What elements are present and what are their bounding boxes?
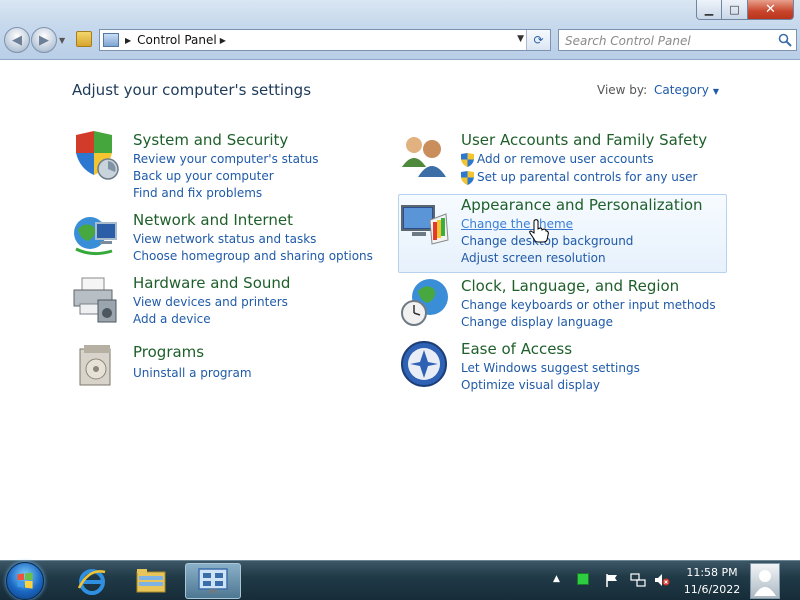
link-optimize-visual[interactable]: Optimize visual display: [461, 378, 600, 392]
address-bar[interactable]: ▶ Control Panel ▶ ▼ ⟳: [99, 29, 551, 51]
view-by-select[interactable]: Category ▼: [654, 83, 719, 97]
minimize-button[interactable]: ▁: [696, 0, 722, 20]
chevron-down-icon[interactable]: ▼: [713, 87, 719, 96]
category-clock-language[interactable]: Clock, Language, and Region Change keybo…: [400, 277, 730, 332]
refresh-button[interactable]: ⟳: [526, 30, 550, 50]
recent-pages-dropdown[interactable]: ▼: [59, 36, 65, 45]
address-dropdown-icon[interactable]: ▼: [517, 34, 524, 44]
forward-arrow-icon: ▶: [39, 32, 49, 48]
link-add-remove-accounts-row[interactable]: Add or remove user accounts: [461, 152, 654, 167]
category-programs[interactable]: Programs Uninstall a program: [72, 341, 372, 391]
category-hardware-sound[interactable]: Hardware and Sound View devices and prin…: [72, 274, 372, 329]
link-add-remove-accounts[interactable]: Add or remove user accounts: [477, 152, 654, 166]
search-input[interactable]: [559, 31, 769, 51]
taskbar-control-panel[interactable]: [185, 563, 241, 599]
link-change-theme[interactable]: Change the theme: [461, 217, 573, 231]
uac-shield-icon: [461, 153, 474, 167]
breadcrumb-separator-icon[interactable]: ▶: [125, 36, 131, 45]
forward-button[interactable]: ▶: [31, 27, 57, 53]
network-globe-icon[interactable]: [72, 211, 122, 261]
taskbar: ▲ 11:58 PM 11/6/2022: [0, 560, 800, 600]
category-appearance[interactable]: Appearance and Personalization Change th…: [400, 196, 726, 271]
ease-of-access-icon[interactable]: [400, 340, 450, 390]
link-review-status[interactable]: Review your computer's status: [133, 152, 319, 166]
window-controls: ▁ □ ✕: [696, 0, 794, 20]
search-icon[interactable]: [778, 33, 792, 47]
category-title[interactable]: Programs: [133, 343, 204, 361]
folder-icon[interactable]: [76, 31, 92, 47]
category-title[interactable]: Network and Internet: [133, 211, 293, 229]
clock-date[interactable]: 11/6/2022: [680, 583, 744, 596]
link-parental-controls[interactable]: Set up parental controls for any user: [477, 170, 697, 184]
taskbar-windows-explorer[interactable]: [123, 563, 179, 599]
control-panel-icon: [198, 568, 228, 593]
programs-icon[interactable]: [72, 341, 122, 391]
taskbar-internet-explorer[interactable]: [64, 563, 120, 599]
category-title[interactable]: Clock, Language, and Region: [461, 277, 679, 295]
start-button[interactable]: [6, 562, 44, 600]
action-center-flag-icon[interactable]: [605, 573, 619, 587]
user-avatar-icon: [754, 570, 776, 596]
link-back-up[interactable]: Back up your computer: [133, 169, 274, 183]
back-arrow-icon: ◀: [12, 32, 22, 48]
network-icon[interactable]: [630, 572, 646, 588]
clock-time[interactable]: 11:58 PM: [680, 566, 744, 579]
window-chrome: ▁ □ ✕ ◀ ▶ ▼ ▶ Control Panel ▶ ▼ ⟳: [0, 0, 800, 60]
link-network-status[interactable]: View network status and tasks: [133, 232, 316, 246]
show-desktop-button[interactable]: [750, 563, 780, 599]
close-button[interactable]: ✕: [748, 0, 794, 20]
category-title[interactable]: Appearance and Personalization: [461, 196, 703, 214]
link-parental-controls-row[interactable]: Set up parental controls for any user: [461, 170, 697, 185]
link-homegroup[interactable]: Choose homegroup and sharing options: [133, 249, 373, 263]
breadcrumb-control-panel[interactable]: Control Panel: [137, 33, 217, 47]
category-title[interactable]: Ease of Access: [461, 340, 572, 358]
page-title: Adjust your computer's settings: [72, 81, 312, 99]
maximize-button[interactable]: □: [722, 0, 748, 20]
category-user-accounts[interactable]: User Accounts and Family Safety Add or r…: [400, 131, 730, 186]
category-title[interactable]: Hardware and Sound: [133, 274, 290, 292]
show-hidden-icons-icon[interactable]: ▲: [553, 574, 560, 584]
category-network-internet[interactable]: Network and Internet View network status…: [72, 211, 373, 266]
category-title[interactable]: User Accounts and Family Safety: [461, 131, 707, 149]
volume-muted-icon[interactable]: [654, 572, 670, 588]
uac-shield-icon: [461, 171, 474, 185]
link-keyboards[interactable]: Change keyboards or other input methods: [461, 298, 716, 312]
link-add-device[interactable]: Add a device: [133, 312, 211, 326]
internet-explorer-icon: [77, 569, 106, 595]
link-devices-printers[interactable]: View devices and printers: [133, 295, 288, 309]
clock-globe-icon[interactable]: [400, 277, 450, 327]
view-by-label: View by:: [597, 83, 648, 97]
shield-icon[interactable]: [72, 131, 122, 181]
link-uninstall[interactable]: Uninstall a program: [133, 366, 252, 380]
refresh-icon: ⟳: [533, 33, 544, 47]
folder-icon: [136, 569, 166, 593]
link-screen-resolution[interactable]: Adjust screen resolution: [461, 251, 606, 265]
windows-logo-icon: [17, 572, 33, 589]
status-indicator-icon[interactable]: [577, 573, 589, 585]
category-ease-of-access[interactable]: Ease of Access Let Windows suggest setti…: [400, 340, 730, 395]
link-find-fix[interactable]: Find and fix problems: [133, 186, 262, 200]
search-box[interactable]: [558, 29, 797, 51]
category-system-security[interactable]: System and Security Review your computer…: [72, 131, 372, 201]
breadcrumb-separator-icon[interactable]: ▶: [220, 36, 226, 45]
back-button[interactable]: ◀: [4, 27, 30, 53]
control-panel-icon: [103, 33, 119, 47]
hand-cursor-icon: [529, 219, 549, 243]
content-area: Adjust your computer's settings View by:…: [0, 61, 800, 560]
users-icon[interactable]: [400, 131, 450, 181]
link-display-language[interactable]: Change display language: [461, 315, 613, 329]
view-by-value[interactable]: Category: [654, 83, 709, 97]
printer-icon[interactable]: [72, 274, 122, 324]
appearance-monitor-icon[interactable]: [400, 200, 450, 250]
category-title[interactable]: System and Security: [133, 131, 288, 149]
link-windows-suggest[interactable]: Let Windows suggest settings: [461, 361, 640, 375]
